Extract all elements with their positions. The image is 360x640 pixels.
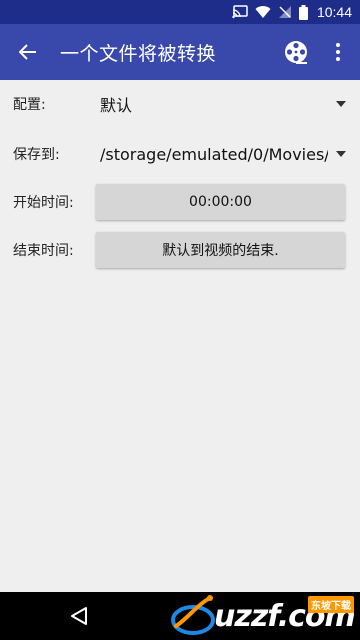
wifi-icon	[255, 5, 271, 19]
dropdown-arrow-icon	[336, 101, 346, 107]
config-row: 配置: 默认	[0, 84, 360, 124]
clock: 10:44	[316, 4, 352, 20]
page-title: 一个文件将被转换	[60, 42, 217, 65]
swoosh-logo-icon	[170, 594, 216, 638]
start-time-label: 开始时间:	[13, 195, 74, 211]
config-label: 配置:	[13, 97, 46, 113]
dropdown-arrow-icon	[336, 151, 346, 157]
start-time-button[interactable]: 00:00:00	[96, 184, 345, 220]
more-vert-icon	[336, 43, 340, 61]
end-time-button[interactable]: 默认到视频的结束.	[96, 232, 345, 268]
save-to-row: 保存到: /storage/emulated/0/Movies/..	[0, 134, 360, 174]
status-bar: 10:44	[0, 0, 360, 24]
more-options-button[interactable]	[320, 24, 356, 80]
save-to-value: /storage/emulated/0/Movies/..	[100, 144, 328, 164]
triangle-back-icon	[71, 607, 87, 625]
no-signal-icon	[278, 5, 292, 19]
save-to-label: 保存到:	[13, 147, 60, 163]
save-to-spinner[interactable]: /storage/emulated/0/Movies/..	[100, 134, 346, 174]
config-value: 默认	[100, 96, 133, 115]
film-reel-icon	[285, 41, 307, 64]
convert-button[interactable]	[276, 24, 316, 80]
start-time-row: 开始时间: 00:00:00	[0, 182, 360, 222]
cast-icon	[232, 5, 248, 19]
end-time-label: 结束时间:	[13, 243, 74, 259]
nav-back-button[interactable]	[70, 606, 88, 630]
back-button[interactable]	[0, 24, 56, 80]
arrow-back-icon	[19, 44, 36, 60]
navigation-bar: uzzf.com 东坡下载	[0, 592, 360, 640]
app-bar: 一个文件将被转换	[0, 24, 360, 80]
battery-icon	[298, 4, 308, 20]
watermark: uzzf.com 东坡下载	[170, 592, 360, 640]
watermark-badge: 东坡下载	[308, 596, 354, 613]
conversion-form: 配置: 默认 保存到: /storage/emulated/0/Movies/.…	[0, 80, 360, 592]
end-time-row: 结束时间: 默认到视频的结束.	[0, 230, 360, 270]
config-spinner[interactable]: 默认	[100, 84, 346, 124]
